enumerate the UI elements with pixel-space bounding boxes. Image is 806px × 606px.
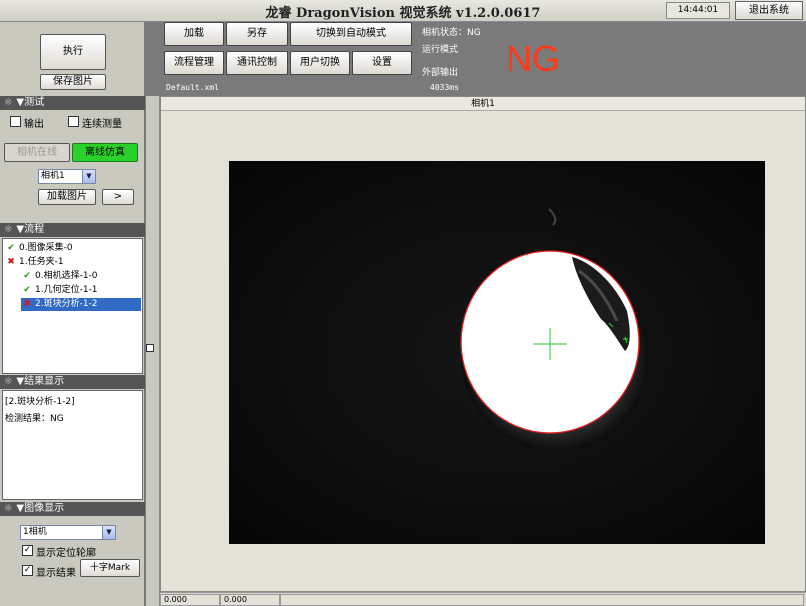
result-section-header[interactable]: ※ ▼结果显示 (0, 375, 145, 389)
check-icon: ✔ (23, 285, 31, 295)
title-bar: 龙睿 DragonVision 视觉系统 v1.2.0.0617 14:44:0… (0, 0, 806, 22)
user-switch-button[interactable]: 用户切换 (290, 51, 350, 75)
result-box: [2.斑块分析-1-2] 检测结果：NG (2, 390, 143, 500)
save-image-button[interactable]: 保存图片 (40, 74, 106, 90)
run-button[interactable]: 执行 (40, 34, 106, 70)
result-value: 检测结果：NG (5, 414, 64, 424)
flow-item[interactable]: ✔ 0.图像采集-0 (5, 242, 72, 255)
show-result-label: 显示结果 (36, 568, 76, 579)
camera-image[interactable] (229, 161, 765, 544)
offline-sim-button[interactable]: 离线仿真 (72, 143, 138, 162)
elapsed-time: 4033ms (430, 83, 459, 92)
comm-control-button[interactable]: 通讯控制 (226, 51, 288, 75)
external-output-label: 外部输出 (422, 68, 459, 78)
splitter-handle[interactable] (146, 344, 154, 352)
settings-button[interactable]: 设置 (352, 51, 412, 75)
result-ng-indicator: NG (506, 38, 560, 79)
status-empty (280, 594, 804, 606)
chevron-down-icon: ▼ (102, 526, 115, 539)
run-mode-label: 运行模式 (422, 45, 459, 55)
exit-button[interactable]: 退出系统 (735, 1, 803, 20)
left-panel: 执行 保存图片 ※ ▼测试 输出 连续测量 相机在线 离线仿真 相机1 ▼ 加载图片… (0, 22, 145, 606)
check-icon: ✔ (23, 271, 31, 281)
toolbar: 加载 另存 切换到自动模式 流程管理 通讯控制 用户切换 设置 Default.… (146, 22, 806, 94)
panel-splitter[interactable] (146, 96, 160, 606)
check-icon: ✔ (7, 243, 15, 253)
chevron-down-icon: ▼ (82, 170, 95, 183)
load-image-button[interactable]: 加载图片 (38, 189, 96, 205)
crosshair-mark-button[interactable]: 十字Mark (80, 559, 140, 577)
camera-online-button[interactable]: 相机在线 (4, 143, 70, 162)
pin-icon: ※ (4, 224, 13, 235)
continuous-label: 连续测量 (82, 119, 122, 130)
flow-item[interactable]: ✔ 1.几何定位-1-1 (21, 284, 97, 297)
error-icon: ✖ (23, 299, 31, 309)
pin-icon: ※ (4, 376, 13, 387)
continuous-checkbox[interactable] (68, 116, 79, 127)
switch-auto-mode-button[interactable]: 切换到自动模式 (290, 22, 412, 46)
output-label: 输出 (24, 119, 44, 130)
output-checkbox[interactable] (10, 116, 21, 127)
display-section-header[interactable]: ※ ▼图像显示 (0, 502, 145, 516)
flow-item[interactable]: ✖ 1.任务夹-1 (5, 256, 63, 269)
clock: 14:44:01 (666, 2, 730, 19)
camera-view-title: 相机1 (161, 97, 805, 111)
status-bar: 0.000 0.000 (160, 592, 806, 606)
next-image-button[interactable]: > (102, 189, 134, 205)
show-contour-label: 显示定位轮廓 (36, 548, 96, 559)
pin-icon: ※ (4, 503, 13, 514)
coord-y: 0.000 (220, 594, 280, 606)
show-contour-checkbox[interactable]: ✓ (22, 545, 33, 556)
image-viewport: 相机1 (160, 96, 806, 592)
flow-item-selected[interactable]: ✖ 2.斑块分析-1-2 (21, 298, 141, 311)
flow-tree: ✔ 0.图像采集-0 ✖ 1.任务夹-1 ✔ 0.相机选择-1-0 ✔ 1.几何定位-1… (2, 238, 143, 374)
file-name: Default.xml (166, 83, 219, 92)
pin-icon: ※ (4, 97, 13, 108)
camera-status: 相机状态：NG (422, 28, 481, 38)
load-button[interactable]: 加载 (164, 22, 224, 46)
flow-section-header[interactable]: ※ ▼流程 (0, 223, 145, 237)
error-icon: ✖ (7, 257, 15, 267)
display-camera-select[interactable]: 1相机 ▼ (20, 525, 116, 540)
camera-select[interactable]: 相机1 ▼ (38, 169, 96, 184)
test-section-header[interactable]: ※ ▼测试 (0, 96, 145, 110)
flow-item[interactable]: ✔ 0.相机选择-1-0 (21, 270, 97, 283)
result-step: [2.斑块分析-1-2] (5, 397, 75, 407)
save-as-button[interactable]: 另存 (226, 22, 288, 46)
flow-manage-button[interactable]: 流程管理 (164, 51, 224, 75)
coord-x: 0.000 (160, 594, 220, 606)
inspection-image (229, 161, 765, 544)
show-result-checkbox[interactable]: ✓ (22, 565, 33, 576)
